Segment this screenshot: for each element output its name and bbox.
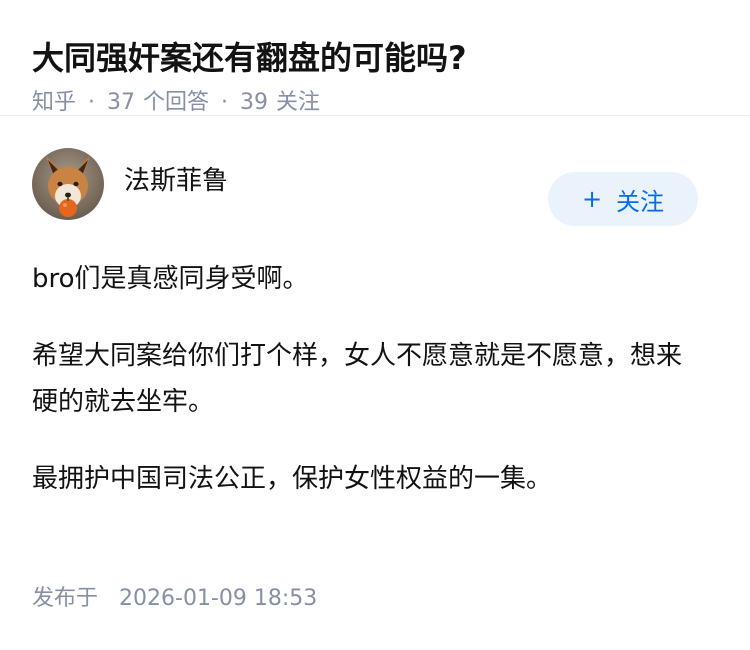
avatar-image: [32, 148, 104, 220]
answer-paragraph: 希望大同案给你们打个样，女人不愿意就是不愿意，想来硬的就去坐牢。: [32, 341, 683, 417]
question-title[interactable]: 大同强奸案还有翻盘的可能吗?: [32, 34, 718, 82]
answer-content: bro们是真感同身受啊。 希望大同案给你们打个样，女人不愿意就是不愿意，想来硬的…: [32, 256, 718, 502]
answer-count-label: 个回答: [143, 90, 210, 115]
question-meta: 知乎 · 37 个回答 · 39 关注: [32, 86, 718, 120]
follower-count: 39: [240, 90, 269, 115]
answer-card: 法斯菲鲁 + 关注 bro们是真感同身受啊。 希望大同案给你们打个样，女人不愿意…: [0, 116, 750, 502]
author-name[interactable]: 法斯菲鲁: [124, 163, 228, 199]
answer-paragraph: 最拥护中国司法公正，保护女性权益的一集。: [32, 464, 553, 494]
meta-separator: ·: [221, 90, 229, 115]
question-header: 大同强奸案还有翻盘的可能吗? 知乎 · 37 个回答 · 39 关注: [0, 0, 750, 116]
fox-avatar-icon[interactable]: [32, 148, 104, 220]
follower-count-label: 关注: [276, 90, 321, 115]
author-row: 法斯菲鲁 + 关注: [32, 116, 718, 252]
publish-info: 发布于 2026-01-09 18:53: [32, 581, 317, 617]
answer-count: 37: [107, 90, 136, 115]
follow-button[interactable]: + 关注: [548, 172, 698, 226]
plus-icon: +: [581, 185, 603, 213]
page: 大同强奸案还有翻盘的可能吗? 知乎 · 37 个回答 · 39 关注 法斯菲鲁 …: [0, 0, 750, 650]
publish-label: 发布于: [32, 586, 99, 611]
source-label[interactable]: 知乎: [32, 86, 76, 120]
publish-time: 2026-01-09 18:53: [119, 586, 318, 611]
meta-separator: ·: [88, 90, 96, 115]
follower-count-link[interactable]: 39 关注: [240, 86, 320, 120]
answer-paragraph: bro们是真感同身受啊。: [32, 264, 309, 294]
answer-count-link[interactable]: 37 个回答: [107, 86, 209, 120]
follow-button-label: 关注: [616, 187, 665, 216]
